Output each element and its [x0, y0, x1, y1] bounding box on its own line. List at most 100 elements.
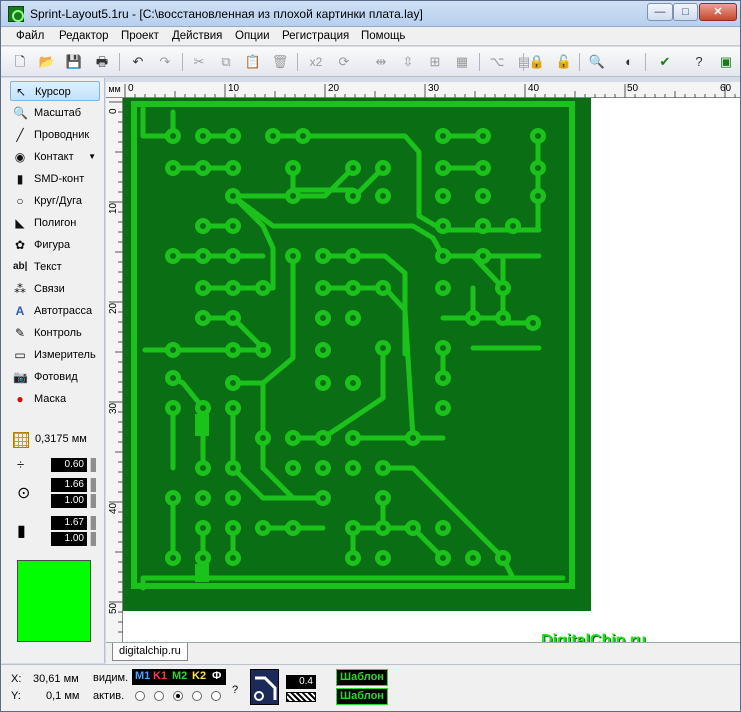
tool-cursor[interactable]: ↖ Курсор: [10, 81, 100, 101]
transparency-icon[interactable]: ◐: [619, 52, 639, 72]
tool-control[interactable]: ✎ Контроль: [10, 323, 100, 343]
connect-icon[interactable]: ⌥: [487, 52, 507, 72]
tool-photoview[interactable]: 📷 Фотовид: [10, 367, 100, 387]
undo-icon[interactable]: ↶: [128, 52, 148, 72]
smd-width-field[interactable]: 1.67: [51, 516, 87, 530]
grid-selector[interactable]: 0,3175 мм: [13, 430, 103, 448]
tool-polygon[interactable]: ◣ Полигон: [10, 213, 100, 233]
pad-hole: [170, 347, 176, 353]
pad-hole: [290, 525, 296, 531]
menu-options[interactable]: Опции: [235, 30, 270, 42]
menu-registration[interactable]: Регистрация: [282, 30, 349, 42]
tool-pad[interactable]: ◉ Контакт ▼: [10, 147, 100, 167]
track-width-field[interactable]: 0.60: [51, 458, 87, 472]
drc-icon[interactable]: ✔: [655, 52, 675, 72]
minimize-button[interactable]: —: [647, 3, 673, 21]
track-style-icon[interactable]: [250, 669, 279, 705]
pad-hole: [320, 465, 326, 471]
pad-hole: [320, 347, 326, 353]
duplicate-x2-button[interactable]: x2: [305, 52, 327, 72]
menu-project[interactable]: Проект: [121, 30, 159, 42]
toolbar-separator: [523, 53, 524, 71]
layer-m1-toggle[interactable]: M1: [135, 670, 150, 682]
delete-icon[interactable]: 🗑: [270, 52, 290, 72]
smd-icon: ▮: [16, 172, 24, 186]
align-icon[interactable]: ⊞: [425, 52, 445, 72]
cut-icon[interactable]: ✂: [189, 52, 209, 72]
tool-links[interactable]: ⁂ Связи: [10, 279, 100, 299]
pad-inner-spinner[interactable]: [90, 494, 96, 508]
group-icon[interactable]: ▦: [452, 52, 472, 72]
tool-label: Измеритель: [34, 349, 96, 361]
zoom-icon[interactable]: 🔍: [587, 52, 607, 72]
pad-hole: [230, 555, 236, 561]
fill-pattern-box[interactable]: [286, 692, 316, 702]
pad-inner-field[interactable]: 1.00: [51, 494, 87, 508]
menu-help[interactable]: Помощь: [361, 30, 405, 42]
smd-width-spinner[interactable]: [90, 516, 96, 530]
tool-mask[interactable]: ● Маска: [10, 389, 100, 409]
tool-autoroute[interactable]: A Автотрасса: [10, 301, 100, 321]
toolbar-separator: [297, 53, 298, 71]
smd-height-spinner[interactable]: [90, 532, 96, 546]
open-folder-icon[interactable]: 📂: [37, 52, 57, 72]
layer-f-toggle[interactable]: Ф: [212, 670, 221, 682]
print-icon[interactable]: 🖶: [92, 52, 112, 72]
tool-track[interactable]: ╱ Проводник: [10, 125, 100, 145]
save-icon[interactable]: 💾: [64, 52, 84, 72]
pad-hole: [230, 495, 236, 501]
pad-outer-spinner[interactable]: [90, 478, 96, 492]
pad-hole: [170, 133, 176, 139]
tool-circle[interactable]: ○ Круг/Дуга: [10, 191, 100, 211]
pad-outer-field[interactable]: 1.66: [51, 478, 87, 492]
menu-file[interactable]: Файл: [16, 30, 44, 42]
mirror-vertical-icon[interactable]: ⇳: [398, 52, 418, 72]
pad-hole: [410, 435, 416, 441]
redo-icon[interactable]: ↷: [155, 52, 175, 72]
layer-m2-toggle[interactable]: M2: [172, 670, 187, 682]
menu-actions[interactable]: Действия: [172, 30, 222, 42]
tab-digitalchip[interactable]: digitalchip.ru: [112, 643, 188, 661]
active-k1-radio[interactable]: [154, 691, 164, 701]
pad-hole: [200, 223, 206, 229]
board-properties-icon[interactable]: ▣: [716, 52, 736, 72]
copy-icon[interactable]: ⧉: [216, 52, 236, 72]
unlock-icon[interactable]: 🔓: [554, 52, 574, 72]
layer-k1-toggle[interactable]: K1: [153, 670, 167, 682]
active-m1-radio[interactable]: [135, 691, 145, 701]
status-track-width[interactable]: 0.4: [286, 675, 316, 689]
help-icon[interactable]: ?: [689, 52, 709, 72]
active-f-radio[interactable]: [211, 691, 221, 701]
tool-shape[interactable]: ✿ Фигура: [10, 235, 100, 255]
active-k2-radio[interactable]: [192, 691, 202, 701]
maximize-button[interactable]: □: [673, 3, 698, 21]
tool-zoom[interactable]: 🔍 Масштаб: [10, 103, 100, 123]
tool-text[interactable]: ab| Текст: [10, 257, 100, 277]
template-button-bottom[interactable]: Шаблон: [336, 688, 388, 705]
mirror-horizontal-icon[interactable]: ⇹: [371, 52, 391, 72]
tool-measure[interactable]: ▭ Измеритель: [10, 345, 100, 365]
pcb-board[interactable]: [123, 98, 593, 613]
close-button[interactable]: ✕: [699, 3, 737, 21]
layers-help[interactable]: ?: [232, 684, 238, 696]
layer-color-swatch[interactable]: [17, 560, 91, 642]
layer-k2-toggle[interactable]: K2: [192, 670, 206, 682]
lock-icon[interactable]: 🔒: [527, 52, 547, 72]
active-m2-radio[interactable]: [173, 691, 183, 701]
tool-smd[interactable]: ▮ SMD-конт: [10, 169, 100, 189]
chevron-down-icon[interactable]: ▼: [88, 147, 96, 167]
title-bar[interactable]: Sprint-Layout5.1ru - [C:\восстановленная…: [1, 1, 740, 27]
rotate-icon[interactable]: ⟳: [334, 52, 354, 72]
paste-icon[interactable]: 📋: [243, 52, 263, 72]
pad-hole: [320, 495, 326, 501]
pcb-canvas[interactable]: [123, 98, 740, 642]
template-button-top[interactable]: Шаблон: [336, 669, 388, 686]
pad-hole: [350, 525, 356, 531]
new-file-icon[interactable]: 🗋: [10, 52, 30, 72]
track-width-spinner[interactable]: [90, 458, 96, 472]
pad-hole: [230, 380, 236, 386]
pad-hole: [440, 223, 446, 229]
menu-edit[interactable]: Редактор: [59, 30, 109, 42]
pad-hole: [300, 133, 306, 139]
smd-height-field[interactable]: 1.00: [51, 532, 87, 546]
